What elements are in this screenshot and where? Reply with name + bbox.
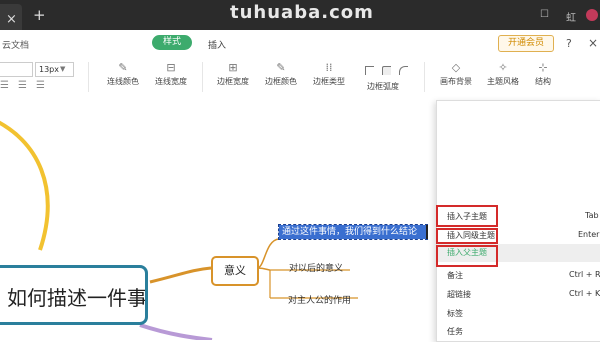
- border-radius-tool[interactable]: 边框弧度: [363, 60, 411, 96]
- selected-topic-node[interactable]: 通过这件事情，我们得到什么结论: [278, 224, 428, 240]
- user-name-icon[interactable]: 虹: [566, 9, 576, 24]
- theme-icon: ✧: [498, 61, 508, 74]
- help-icon[interactable]: ?: [566, 37, 572, 50]
- tab-style[interactable]: 样式: [152, 35, 192, 50]
- document-name[interactable]: 云文档: [2, 38, 29, 51]
- menu-item-task[interactable]: 任务: [437, 323, 600, 341]
- annotation-highlight-box: [436, 228, 498, 244]
- toolbar-divider: [88, 62, 89, 92]
- new-tab-icon[interactable]: +: [33, 6, 46, 24]
- small-radius-corner-icon[interactable]: [382, 66, 391, 75]
- line-width-icon: ⊟: [166, 61, 176, 74]
- round-corner-icon[interactable]: [399, 66, 408, 75]
- topic-node-protagonist-role[interactable]: 对主人公的作用: [288, 293, 351, 306]
- title-bar: × + tuhuaba.com ☐ 虹: [0, 0, 600, 30]
- annotation-highlight-box: [436, 245, 498, 267]
- border-width-icon: ⊞: [228, 61, 238, 74]
- align-center-icon[interactable]: ☰: [18, 80, 27, 91]
- device-icon[interactable]: ☐: [540, 9, 549, 20]
- tab-insert[interactable]: 插入: [208, 38, 226, 51]
- border-width-tool[interactable]: ⊞ 边框宽度: [213, 60, 253, 87]
- central-topic[interactable]: 如何描述一件事情: [0, 265, 148, 325]
- purple-branch-line: [139, 323, 213, 340]
- border-type-tool[interactable]: ⁞⁞ 边框类型: [309, 60, 349, 87]
- orange-branch-line: [256, 238, 280, 269]
- menu-item-hyperlink[interactable]: 超链接 Ctrl + K: [437, 286, 600, 304]
- toolbar-divider: [202, 62, 203, 92]
- line-color-tool[interactable]: ✎ 连线颜色: [103, 60, 143, 87]
- yellow-branch-line: [0, 120, 50, 251]
- structure-icon: ⊹: [538, 61, 548, 74]
- align-right-icon[interactable]: ☰: [36, 80, 45, 91]
- align-left-icon[interactable]: ☰: [0, 80, 9, 91]
- watermark: tuhuaba.com: [230, 2, 374, 23]
- pen-icon: ✎: [118, 61, 128, 74]
- structure-tool[interactable]: ⊹ 结构: [528, 60, 558, 87]
- font-size-select[interactable]: 13px: [35, 62, 74, 77]
- canvas-background-tool[interactable]: ◇ 画布背景: [436, 60, 476, 87]
- avatar[interactable]: [586, 9, 598, 21]
- pen-icon: ✎: [276, 61, 286, 74]
- context-menu: 插入子主题 Tab 插入同级主题 Enter 插入父主题 备注 Ctrl + R…: [436, 100, 600, 342]
- line-width-tool[interactable]: ⊟ 连线宽度: [151, 60, 191, 87]
- paint-bucket-icon: ◇: [451, 61, 461, 74]
- annotation-highlight-box: [436, 205, 498, 227]
- toolbar-divider: [424, 62, 425, 92]
- orange-branch-line: [149, 266, 212, 284]
- menu-item-note[interactable]: 备注 Ctrl + R: [437, 267, 600, 285]
- theme-style-tool[interactable]: ✧ 主题风格: [483, 60, 523, 87]
- dotted-grid-icon: ⁞⁞: [325, 61, 333, 74]
- text-cursor: [426, 225, 428, 239]
- font-family-select[interactable]: [0, 62, 33, 77]
- topic-node-future-meaning[interactable]: 对以后的意义: [289, 261, 343, 274]
- close-icon[interactable]: ×: [588, 36, 598, 50]
- menu-bar: 云文档 样式 插入 开通会员 ? ×: [0, 30, 600, 56]
- border-color-tool[interactable]: ✎ 边框颜色: [261, 60, 301, 87]
- menu-item-tag[interactable]: 标签: [437, 305, 600, 323]
- topic-node-meaning[interactable]: 意义: [211, 256, 259, 286]
- chevron-down-icon[interactable]: ▼: [60, 65, 65, 73]
- close-tab-icon[interactable]: ×: [6, 12, 17, 27]
- open-membership-button[interactable]: 开通会员: [498, 35, 554, 52]
- square-corner-icon[interactable]: [365, 66, 374, 75]
- style-toolbar: 13px ▼ ☰ ☰ ☰ ✎ 连线颜色 ⊟ 连线宽度 ⊞ 边框宽度 ✎ 边框颜色…: [0, 56, 600, 101]
- browser-tab[interactable]: ×: [0, 4, 22, 30]
